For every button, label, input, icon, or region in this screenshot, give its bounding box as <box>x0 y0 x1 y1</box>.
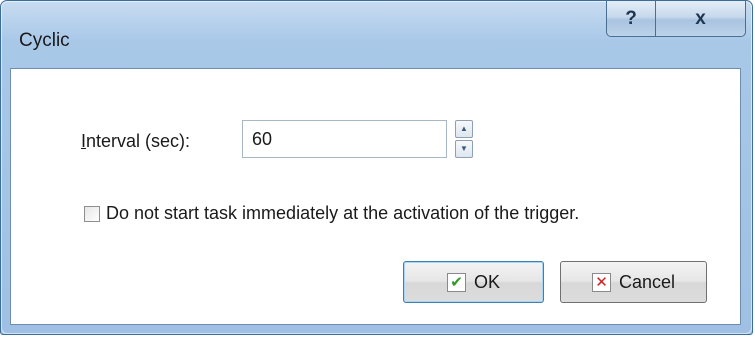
dialog-client-area: Interval (sec): ▲ ▼ Do not start task im… <box>10 68 741 325</box>
no-immediate-start-checkbox[interactable] <box>84 205 100 222</box>
no-immediate-start-label[interactable]: Do not start task immediately at the act… <box>106 203 579 224</box>
interval-spinner: ▲ ▼ <box>455 120 473 158</box>
cross-icon: ✕ <box>591 272 611 292</box>
close-icon: x <box>695 7 706 29</box>
arrow-down-icon: ▼ <box>460 144 468 153</box>
window-title: Cyclic <box>19 30 70 51</box>
interval-label-text: nterval (sec): <box>86 131 191 151</box>
help-button[interactable]: ? <box>606 1 656 37</box>
arrow-up-icon: ▲ <box>460 124 468 133</box>
help-icon: ? <box>625 7 637 29</box>
cancel-button-label: Cancel <box>618 271 676 292</box>
spin-up-button[interactable]: ▲ <box>455 120 473 138</box>
interval-input[interactable] <box>242 120 447 158</box>
no-immediate-start-option: Do not start task immediately at the act… <box>84 203 579 224</box>
interval-label: Interval (sec): <box>81 131 190 152</box>
dialog-window: Cyclic ? x Interval (sec): ▲ ▼ Do not st… <box>0 0 753 335</box>
close-button[interactable]: x <box>656 1 746 37</box>
spin-down-button[interactable]: ▼ <box>455 140 473 158</box>
caption-buttons: ? x <box>606 1 746 38</box>
cancel-button[interactable]: ✕ Cancel <box>560 261 707 303</box>
ok-button-label: OK <box>473 271 500 292</box>
checkmark-icon: ✔ <box>446 272 466 292</box>
ok-button[interactable]: ✔ OK <box>403 261 544 303</box>
